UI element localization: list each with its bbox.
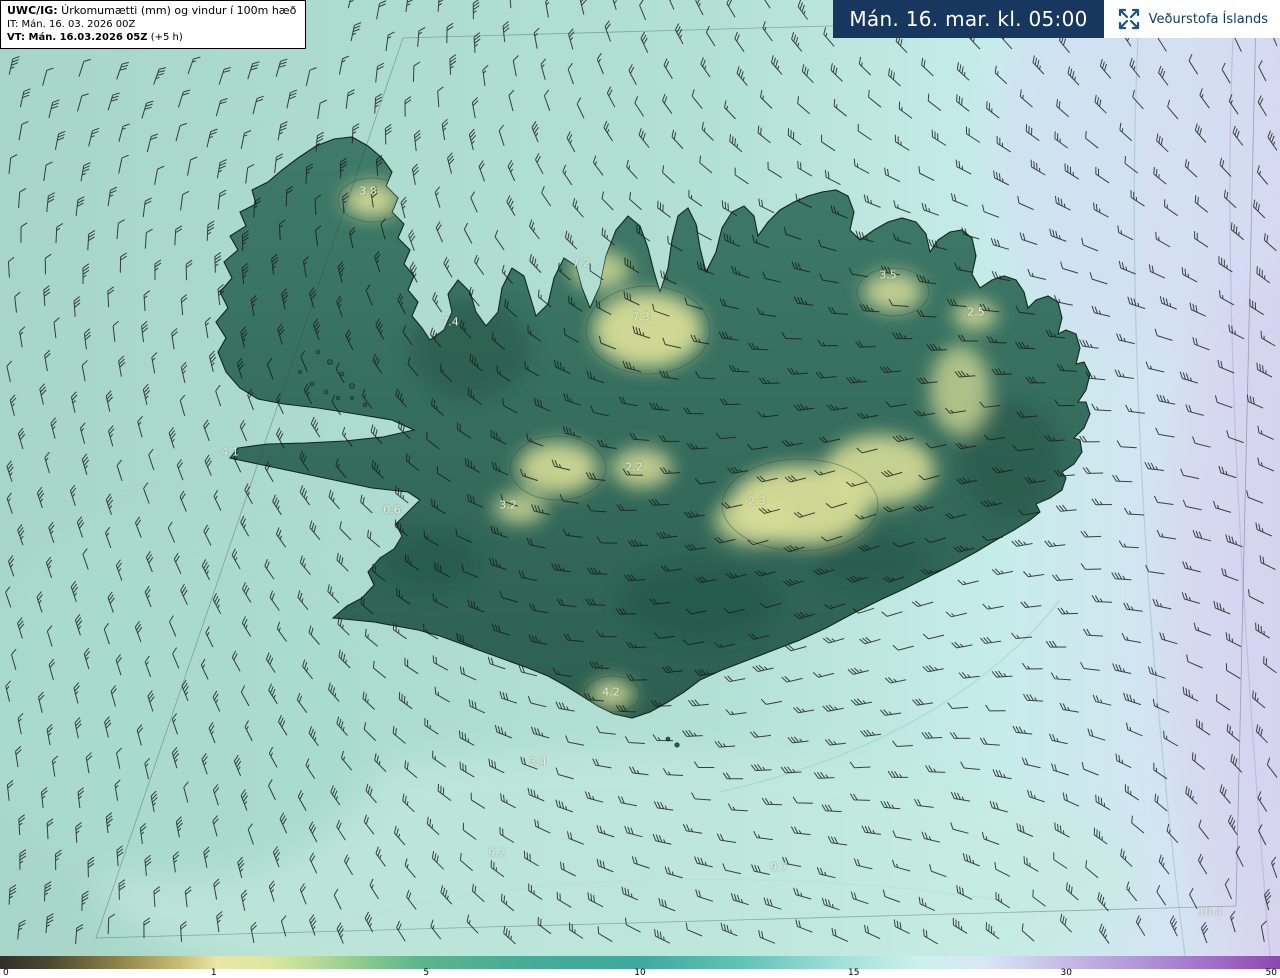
colorbar-tick: 15: [848, 968, 860, 978]
colorbar-tick: 30: [1060, 968, 1072, 978]
datetime-title: Mán. 16. mar. kl. 05:00: [833, 0, 1104, 38]
model-label: UWC/IG:: [7, 4, 58, 17]
colorbar-tick: 0: [3, 968, 9, 978]
colorbar-tick: 10: [634, 968, 646, 978]
colorbar-tick: 1: [210, 968, 217, 978]
colorbar-ticks: 0 1 5 10 15 30 50: [0, 969, 1280, 978]
valid-time-label: VT: Mán. 16.03.2026 05Z: [7, 32, 148, 44]
colorbar: 0 1 5 10 15 30 50: [0, 956, 1280, 978]
colorbar-tick: 5: [423, 968, 430, 978]
map-canvas: [0, 0, 1280, 956]
logo-text: Veðurstofa Íslands: [1148, 11, 1268, 27]
vedurstofa-logo: Veðurstofa Íslands: [1103, 0, 1280, 38]
init-time: IT: Mán. 16. 03. 2026 00Z: [7, 19, 136, 31]
model-title: UWC/IG: Úrkomumætti (mm) og vindur í 100…: [7, 4, 296, 18]
vedurstofa-logo-icon: [1118, 8, 1139, 30]
top-bar: Mán. 16. mar. kl. 05:00 Veðurstofa Íslan…: [833, 0, 1280, 38]
model-description: Úrkomumætti (mm) og vindur í 100m hæð: [57, 4, 297, 17]
valid-time: VT: Mán. 16.03.2026 05Z (+5 h): [7, 31, 296, 44]
colorbar-tick: 50: [1265, 968, 1277, 978]
forecast-info-box: UWC/IG: Úrkomumætti (mm) og vindur í 100…: [0, 0, 307, 50]
weather-map-page: 3.8 7.2 7.3 7.4 3.5 2.5 4.1 3.2 2.2 0.6 2.3 4.2 3.4 9…: [0, 0, 1280, 978]
valid-time-offset: (+5 h): [147, 32, 183, 44]
